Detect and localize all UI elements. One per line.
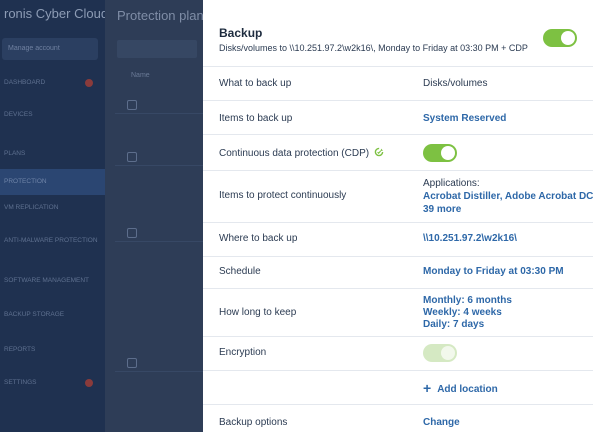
- retention-monthly[interactable]: Monthly: 6 months: [423, 295, 512, 306]
- search-input[interactable]: [117, 40, 197, 58]
- retention-daily[interactable]: Daily: 7 days: [423, 319, 484, 330]
- what-to-back-up-value[interactable]: Disks/volumes: [423, 78, 487, 89]
- row-schedule[interactable]: Schedule Monday to Friday at 03:30 PM: [203, 256, 593, 288]
- cdp-toggle[interactable]: [423, 144, 457, 162]
- add-location-button[interactable]: + Add location: [423, 380, 498, 396]
- row-add-location: + Add location: [203, 370, 593, 404]
- backup-settings-panel: Backup Disks/volumes to \\10.251.97.2\w2…: [203, 0, 593, 432]
- encryption-toggle[interactable]: [423, 344, 457, 362]
- backup-header: Backup Disks/volumes to \\10.251.97.2\w2…: [203, 0, 593, 66]
- cdp-label: Continuous data protection (CDP): [219, 147, 384, 159]
- schedule-label: Schedule: [219, 266, 261, 277]
- items-to-back-up-link[interactable]: System Reserved: [423, 113, 506, 124]
- row-cdp: Continuous data protection (CDP): [203, 134, 593, 170]
- what-to-back-up-label: What to back up: [219, 78, 292, 89]
- backup-options-label: Backup options: [219, 417, 288, 428]
- brand-logo: ronis Cyber Cloud: [4, 6, 105, 21]
- nav-anti-malware[interactable]: ANTI-MALWARE PROTECTION: [0, 228, 105, 254]
- toggle-knob: [561, 31, 575, 45]
- where-to-back-up-label: Where to back up: [219, 233, 298, 244]
- retention-weekly[interactable]: Weekly: 4 weeks: [423, 307, 502, 318]
- cdp-refresh-icon: [374, 147, 384, 157]
- nav-badge: [85, 79, 93, 87]
- schedule-link[interactable]: Monday to Friday at 03:30 PM: [423, 266, 564, 277]
- applications-heading: Applications:: [423, 178, 480, 189]
- nav-badge: [85, 379, 93, 387]
- nav-dashboard[interactable]: DASHBOARD: [0, 70, 105, 96]
- nav-devices[interactable]: DEVICES: [0, 102, 105, 128]
- nav-settings[interactable]: SETTINGS: [0, 370, 105, 396]
- background-main: Protection plans Name: [105, 0, 210, 432]
- items-to-back-up-label: Items to back up: [219, 113, 293, 124]
- more-applications-link[interactable]: 39 more: [423, 204, 461, 215]
- manage-account-button[interactable]: Manage account: [2, 38, 98, 60]
- backup-summary: Disks/volumes to \\10.251.97.2\w2k16\, M…: [219, 43, 528, 53]
- table-row[interactable]: [115, 348, 205, 372]
- row-what-to-back-up[interactable]: What to back up Disks/volumes: [203, 66, 593, 100]
- retention-label: How long to keep: [219, 307, 297, 318]
- column-header-name[interactable]: Name: [131, 72, 150, 79]
- backup-location-link[interactable]: \\10.251.97.2\w2k16\: [423, 233, 517, 244]
- table-row[interactable]: [115, 218, 205, 242]
- table-row[interactable]: [115, 90, 205, 114]
- nav-plans[interactable]: PLANS: [0, 141, 105, 167]
- nav-reports[interactable]: REPORTS: [0, 337, 105, 363]
- row-where-to-back-up[interactable]: Where to back up \\10.251.97.2\w2k16\: [203, 222, 593, 256]
- nav-software-management[interactable]: SOFTWARE MANAGEMENT: [0, 268, 105, 294]
- nav-vm-replication[interactable]: VM replication: [0, 195, 105, 221]
- row-encryption: Encryption: [203, 336, 593, 370]
- row-items-to-protect[interactable]: Items to protect continuously Applicatio…: [203, 170, 593, 222]
- row-items-to-back-up[interactable]: Items to back up System Reserved: [203, 100, 593, 134]
- page-title: Protection plans: [117, 8, 211, 23]
- background-sidebar: ronis Cyber Cloud Manage account DASHBOA…: [0, 0, 105, 432]
- row-backup-options[interactable]: Backup options Change: [203, 404, 593, 432]
- backup-enable-toggle[interactable]: [543, 29, 577, 47]
- backup-options-change-link[interactable]: Change: [423, 417, 460, 428]
- encryption-label: Encryption: [219, 347, 267, 358]
- nav-backup-storage[interactable]: BACKUP STORAGE: [0, 302, 105, 328]
- row-retention[interactable]: How long to keep Monthly: 6 months Weekl…: [203, 288, 593, 336]
- backup-title: Backup: [219, 26, 263, 40]
- toggle-knob: [441, 146, 455, 160]
- nav-protection[interactable]: Protection: [0, 169, 105, 195]
- plus-icon: +: [423, 380, 432, 396]
- table-row[interactable]: [115, 142, 205, 166]
- toggle-knob: [441, 346, 455, 360]
- applications-list-link[interactable]: Acrobat Distiller, Adobe Acrobat DC: [423, 191, 593, 202]
- items-to-protect-label: Items to protect continuously: [219, 190, 347, 201]
